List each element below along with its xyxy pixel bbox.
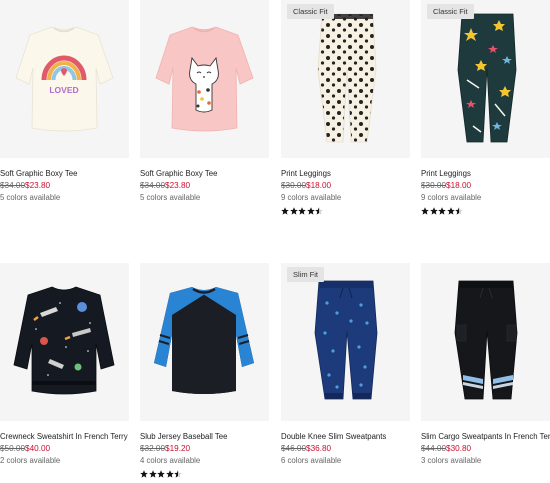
product-price: $34.00$23.80 xyxy=(0,181,129,190)
product-name[interactable]: Slim Cargo Sweatpants In French Terry xyxy=(421,432,550,441)
product-image[interactable] xyxy=(140,0,269,158)
product-image[interactable] xyxy=(421,263,550,421)
star-icon xyxy=(315,207,323,215)
sale-price: $36.80 xyxy=(306,444,332,453)
sale-price: $30.80 xyxy=(446,444,472,453)
sale-price: $40.00 xyxy=(25,444,51,453)
product-name[interactable]: Soft Graphic Boxy Tee xyxy=(0,169,129,178)
sale-price: $23.80 xyxy=(165,181,191,190)
product-card[interactable]: Slim Cargo Sweatpants In French Terry $4… xyxy=(421,263,550,465)
product-price: $30.00$18.00 xyxy=(281,181,410,190)
product-image[interactable]: Slim Fit xyxy=(281,263,410,421)
original-price: $44.00 xyxy=(421,444,447,453)
star-rating[interactable] xyxy=(421,207,550,215)
product-name[interactable]: Soft Graphic Boxy Tee xyxy=(140,169,269,178)
star-icon xyxy=(165,470,174,478)
colors-available[interactable]: 9 colors available xyxy=(281,193,410,202)
fit-badge: Classic Fit xyxy=(287,4,334,19)
star-icon xyxy=(298,207,306,215)
colors-available[interactable]: 4 colors available xyxy=(140,456,269,465)
product-price: $32.00$19.20 xyxy=(140,444,269,453)
star-icon xyxy=(429,207,438,215)
product-card[interactable]: Classic Fit Print Leggings $30.00$18.00 … xyxy=(421,0,550,215)
original-price: $46.00 xyxy=(281,444,307,453)
star-rating[interactable] xyxy=(281,207,410,215)
product-name[interactable]: Double Knee Slim Sweatpants xyxy=(281,432,410,441)
tee-graphic-text: LOVED xyxy=(49,85,78,95)
product-name[interactable]: Slub Jersey Baseball Tee xyxy=(140,432,269,441)
sale-price: $18.00 xyxy=(446,181,472,190)
star-icon xyxy=(446,207,455,215)
colors-available[interactable]: 5 colors available xyxy=(0,193,129,202)
star-rating[interactable] xyxy=(140,470,269,478)
sale-price: $18.00 xyxy=(306,181,332,190)
product-card[interactable]: Slim Fit Double Knee Slim Sweatpants $46… xyxy=(281,263,410,465)
fit-badge: Classic Fit xyxy=(427,4,474,19)
sale-price: $23.80 xyxy=(25,181,51,190)
product-card[interactable]: LOVED Soft Graphic Boxy Tee $34.00$23.80… xyxy=(0,0,129,202)
product-price: $46.00$36.80 xyxy=(281,444,410,453)
product-price: $30.00$18.00 xyxy=(421,181,550,190)
star-icon xyxy=(281,207,289,215)
star-icon xyxy=(148,470,157,478)
original-price: $30.00 xyxy=(421,181,447,190)
product-price: $50.00$40.00 xyxy=(0,444,129,453)
colors-available[interactable]: 6 colors available xyxy=(281,456,410,465)
star-icon xyxy=(289,207,298,215)
sale-price: $19.20 xyxy=(165,444,191,453)
colors-available[interactable]: 3 colors available xyxy=(421,456,550,465)
product-price: $44.00$30.80 xyxy=(421,444,550,453)
original-price: $32.00 xyxy=(140,444,166,453)
star-icon xyxy=(174,470,182,478)
product-grid: LOVED Soft Graphic Boxy Tee $34.00$23.80… xyxy=(0,0,550,483)
original-price: $30.00 xyxy=(281,181,307,190)
product-name[interactable]: Print Leggings xyxy=(281,169,410,178)
original-price: $34.00 xyxy=(140,181,166,190)
original-price: $34.00 xyxy=(0,181,26,190)
star-icon xyxy=(438,207,446,215)
star-icon xyxy=(455,207,463,215)
product-image[interactable]: Classic Fit xyxy=(281,0,410,158)
product-image[interactable]: Classic Fit xyxy=(421,0,550,158)
fit-badge: Slim Fit xyxy=(287,267,324,282)
product-card[interactable]: Crewneck Sweatshirt In French Terry $50.… xyxy=(0,263,129,465)
product-card[interactable]: Slub Jersey Baseball Tee $32.00$19.20 4 … xyxy=(140,263,269,478)
colors-available[interactable]: 2 colors available xyxy=(0,456,129,465)
product-image[interactable] xyxy=(140,263,269,421)
product-name[interactable]: Print Leggings xyxy=(421,169,550,178)
product-name[interactable]: Crewneck Sweatshirt In French Terry xyxy=(0,432,129,441)
star-icon xyxy=(157,470,165,478)
product-price: $34.00$23.80 xyxy=(140,181,269,190)
original-price: $50.00 xyxy=(0,444,26,453)
product-card[interactable]: Classic Fit Print Leggings $30.00$18.00 … xyxy=(281,0,410,215)
colors-available[interactable]: 5 colors available xyxy=(140,193,269,202)
product-image[interactable]: LOVED xyxy=(0,0,129,158)
product-image[interactable] xyxy=(0,263,129,421)
product-card[interactable]: Soft Graphic Boxy Tee $34.00$23.80 5 col… xyxy=(140,0,269,202)
star-icon xyxy=(421,207,429,215)
colors-available[interactable]: 9 colors available xyxy=(421,193,550,202)
star-icon xyxy=(140,470,148,478)
star-icon xyxy=(306,207,315,215)
